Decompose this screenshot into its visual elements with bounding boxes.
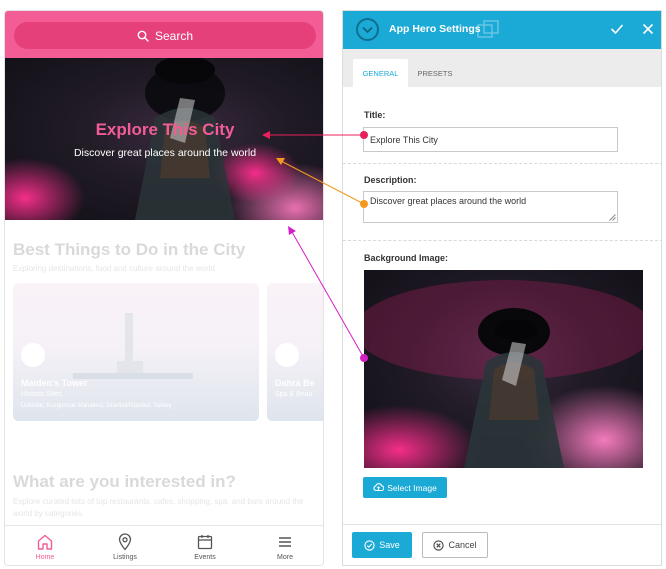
screenshot-root: Search Explore This City Discover great … (0, 0, 666, 569)
listing-card[interactable]: Dahra Be Spa & Beau (267, 283, 323, 421)
hero-title: Explore This City (95, 120, 235, 139)
section-title: What are you interested in? (13, 472, 236, 491)
panel-header: App Hero Settings (343, 11, 661, 49)
tab-events[interactable]: Events (165, 526, 245, 565)
search-label: Search (154, 28, 194, 43)
app-hero[interactable]: Explore This City Discover great places … (5, 58, 323, 220)
card-title: Dahra Be (275, 378, 315, 388)
calendar-icon (197, 534, 213, 549)
phone-preview: Search Explore This City Discover great … (4, 10, 324, 566)
background-image (364, 280, 643, 468)
save-label: Save (379, 540, 400, 550)
wifi-icon (275, 343, 299, 367)
description-field[interactable]: Discover great places around the world (363, 191, 618, 223)
settings-panel: App Hero Settings GENERAL PRESETS Title:… (342, 10, 662, 566)
tab-listings[interactable]: Listings (85, 526, 165, 565)
select-image-label: Select Image (387, 482, 437, 493)
tab-presets[interactable]: PRESETS (409, 59, 461, 87)
section-subtitle: Exploring destinations, food and culture… (13, 264, 215, 273)
card-subtitle: Historic Sites (21, 391, 62, 398)
section-subtitle: Explore curated lists of top restaurants… (13, 497, 304, 518)
tab-more[interactable]: More (245, 526, 323, 565)
category-badge-icon (21, 343, 45, 367)
background-image-label: Background Image: (364, 253, 449, 263)
cancel-circle-icon (433, 539, 445, 551)
tab-label: Home (35, 553, 55, 561)
panel-title: App Hero Settings (389, 23, 481, 35)
card-title: Maiden's Tower (21, 378, 88, 388)
duplicate-icon (477, 20, 499, 38)
menu-icon (279, 536, 291, 547)
card-subtitle: Spa & Beau (275, 391, 313, 398)
description-label: Description: (364, 175, 417, 185)
chevron-down-icon (362, 26, 373, 33)
search-icon (137, 30, 149, 42)
title-field[interactable] (363, 127, 618, 152)
cancel-button[interactable]: Cancel (422, 532, 488, 558)
divider (343, 163, 661, 164)
tower-image (73, 313, 193, 379)
bottom-tab-bar: Home Listings Events More (5, 525, 323, 565)
confirm-check-icon[interactable] (609, 21, 625, 37)
hero-description: Discover great places around the world (73, 147, 257, 159)
section-title: Best Things to Do in the City (13, 240, 246, 259)
home-icon (37, 534, 53, 550)
tab-label: Listings (113, 553, 137, 561)
listing-card[interactable]: Maiden's Tower Historic Sites Üsküdar, K… (13, 283, 259, 421)
save-button[interactable]: Save (352, 532, 412, 558)
cancel-label: Cancel (448, 540, 477, 550)
close-icon[interactable] (640, 21, 656, 37)
divider (343, 240, 661, 241)
tab-label: More (277, 553, 293, 561)
cloud-upload-icon (373, 483, 385, 492)
tab-general[interactable]: GENERAL (353, 59, 408, 87)
panel-footer: Save Cancel (343, 524, 661, 565)
card-address: Üsküdar, Kuzguncuk Mahallesi, İstanbul/İ… (21, 403, 172, 409)
panel-tabs: GENERAL PRESETS (343, 49, 661, 87)
app-content-faded: Best Things to Do in the City Exploring … (5, 220, 323, 525)
select-image-button[interactable]: Select Image (363, 477, 447, 498)
collapse-button[interactable] (356, 18, 379, 41)
check-circle-icon (364, 539, 375, 551)
resize-handle-icon (609, 214, 616, 221)
search-bar[interactable]: Search (14, 22, 316, 49)
app-topbar: Search (5, 11, 323, 58)
map-pin-icon (118, 532, 132, 551)
tab-label: Events (194, 553, 216, 561)
title-label: Title: (364, 110, 386, 120)
tab-home[interactable]: Home (5, 526, 85, 565)
background-image-preview[interactable] (364, 270, 643, 468)
